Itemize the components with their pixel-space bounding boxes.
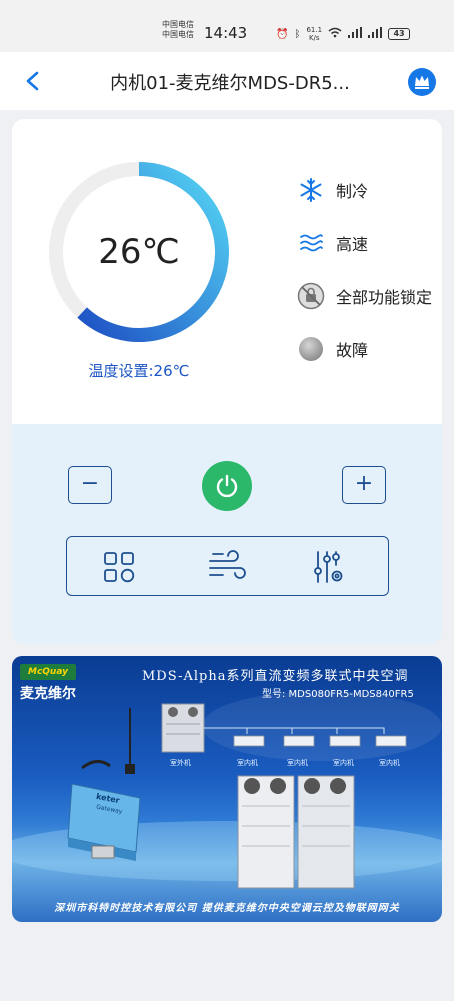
indoor-unit-label: 室内机 — [333, 759, 354, 767]
net-speed: 61.1 K/s — [306, 26, 322, 42]
device-card: 26℃ 温度设置:26℃ 制冷 高速 全部功能锁定 故障 − + — [12, 119, 442, 644]
settings-button[interactable] — [309, 549, 349, 585]
status-icons: ⏰ ᛒ 61.1 K/s 43 — [276, 26, 411, 42]
battery-indicator: 43 — [388, 28, 411, 40]
status-label-fault: 故障 — [336, 341, 369, 360]
brand-name: 麦克维尔 — [20, 686, 76, 702]
fault-dot-icon — [297, 335, 325, 363]
promo-banner[interactable]: McQuay 麦克维尔 MDS-Alpha系列直流变频多联式中央空调 型号: M… — [12, 656, 442, 922]
alarm-icon: ⏰ — [276, 28, 289, 40]
net-speed-value: 61.1 — [306, 26, 323, 34]
mcquay-logo: McQuay — [20, 664, 76, 680]
indoor-unit-label: 室内机 — [379, 759, 400, 767]
control-panel: − + — [12, 424, 442, 644]
power-button[interactable] — [202, 461, 252, 511]
carrier-label-2: 中国电信 — [162, 30, 194, 39]
bluetooth-icon: ᛒ — [294, 28, 301, 40]
carrier-info: 中国电信 中国电信 — [162, 20, 194, 40]
net-speed-unit: K/s — [308, 34, 320, 42]
chevron-left-icon — [26, 71, 39, 91]
indoor-unit-label: 室内机 — [237, 759, 258, 767]
fan-speed-button[interactable] — [207, 549, 247, 585]
power-icon — [216, 474, 238, 498]
back-button[interactable] — [18, 66, 48, 96]
function-bar — [66, 536, 389, 596]
mode-button[interactable] — [99, 549, 139, 585]
outdoor-unit-label: 室外机 — [170, 759, 191, 767]
status-fan-speed: 高速 — [297, 229, 368, 257]
status-label-speed: 高速 — [336, 235, 369, 254]
crown-icon — [408, 68, 436, 96]
signal-icon-2 — [368, 27, 383, 41]
wifi-icon — [328, 27, 342, 41]
status-label-lock: 全部功能锁定 — [336, 288, 433, 307]
wind-waves-icon — [297, 229, 325, 257]
clock: 14:43 — [204, 24, 248, 42]
fan-wind-icon — [209, 550, 246, 579]
gateway-device — [67, 708, 141, 861]
snowflake-icon — [297, 176, 325, 204]
lock-disabled-icon — [297, 282, 325, 310]
status-bar: 中国电信 中国电信 14:43 ⏰ ᛒ 61.1 K/s 43 — [0, 0, 454, 52]
status-lock: 全部功能锁定 — [297, 282, 432, 310]
settings-sliders-icon — [314, 551, 343, 583]
page-title: 内机01-麦克维尔MDS-DR5... — [110, 73, 350, 94]
banner-model: 型号: MDS080FR5-MDS840FR5 — [262, 689, 414, 700]
app-bar: 内机01-麦克维尔MDS-DR5... — [0, 52, 454, 110]
signal-icon-1 — [348, 27, 363, 41]
indoor-unit-label: 室内机 — [287, 759, 308, 767]
decrease-temperature-button[interactable]: − — [68, 466, 112, 504]
status-label-cooling: 制冷 — [336, 182, 369, 201]
vip-button[interactable] — [407, 67, 437, 97]
status-mode-cooling: 制冷 — [297, 176, 368, 204]
outdoor-unit-small — [161, 703, 205, 753]
increase-temperature-button[interactable]: + — [342, 466, 386, 504]
temperature-setting: 温度设置:26℃ — [88, 362, 190, 380]
banner-footer: 深圳市科特时控技术有限公司 提供麦克维尔中央空调云控及物联网网关 — [54, 903, 400, 914]
carrier-label-1: 中国电信 — [162, 20, 194, 29]
mode-grid-icon — [104, 552, 135, 583]
current-temperature: 26℃ — [98, 232, 180, 272]
banner-title: MDS-Alpha系列直流变频多联式中央空调 — [142, 669, 409, 684]
status-fault: 故障 — [297, 335, 368, 363]
